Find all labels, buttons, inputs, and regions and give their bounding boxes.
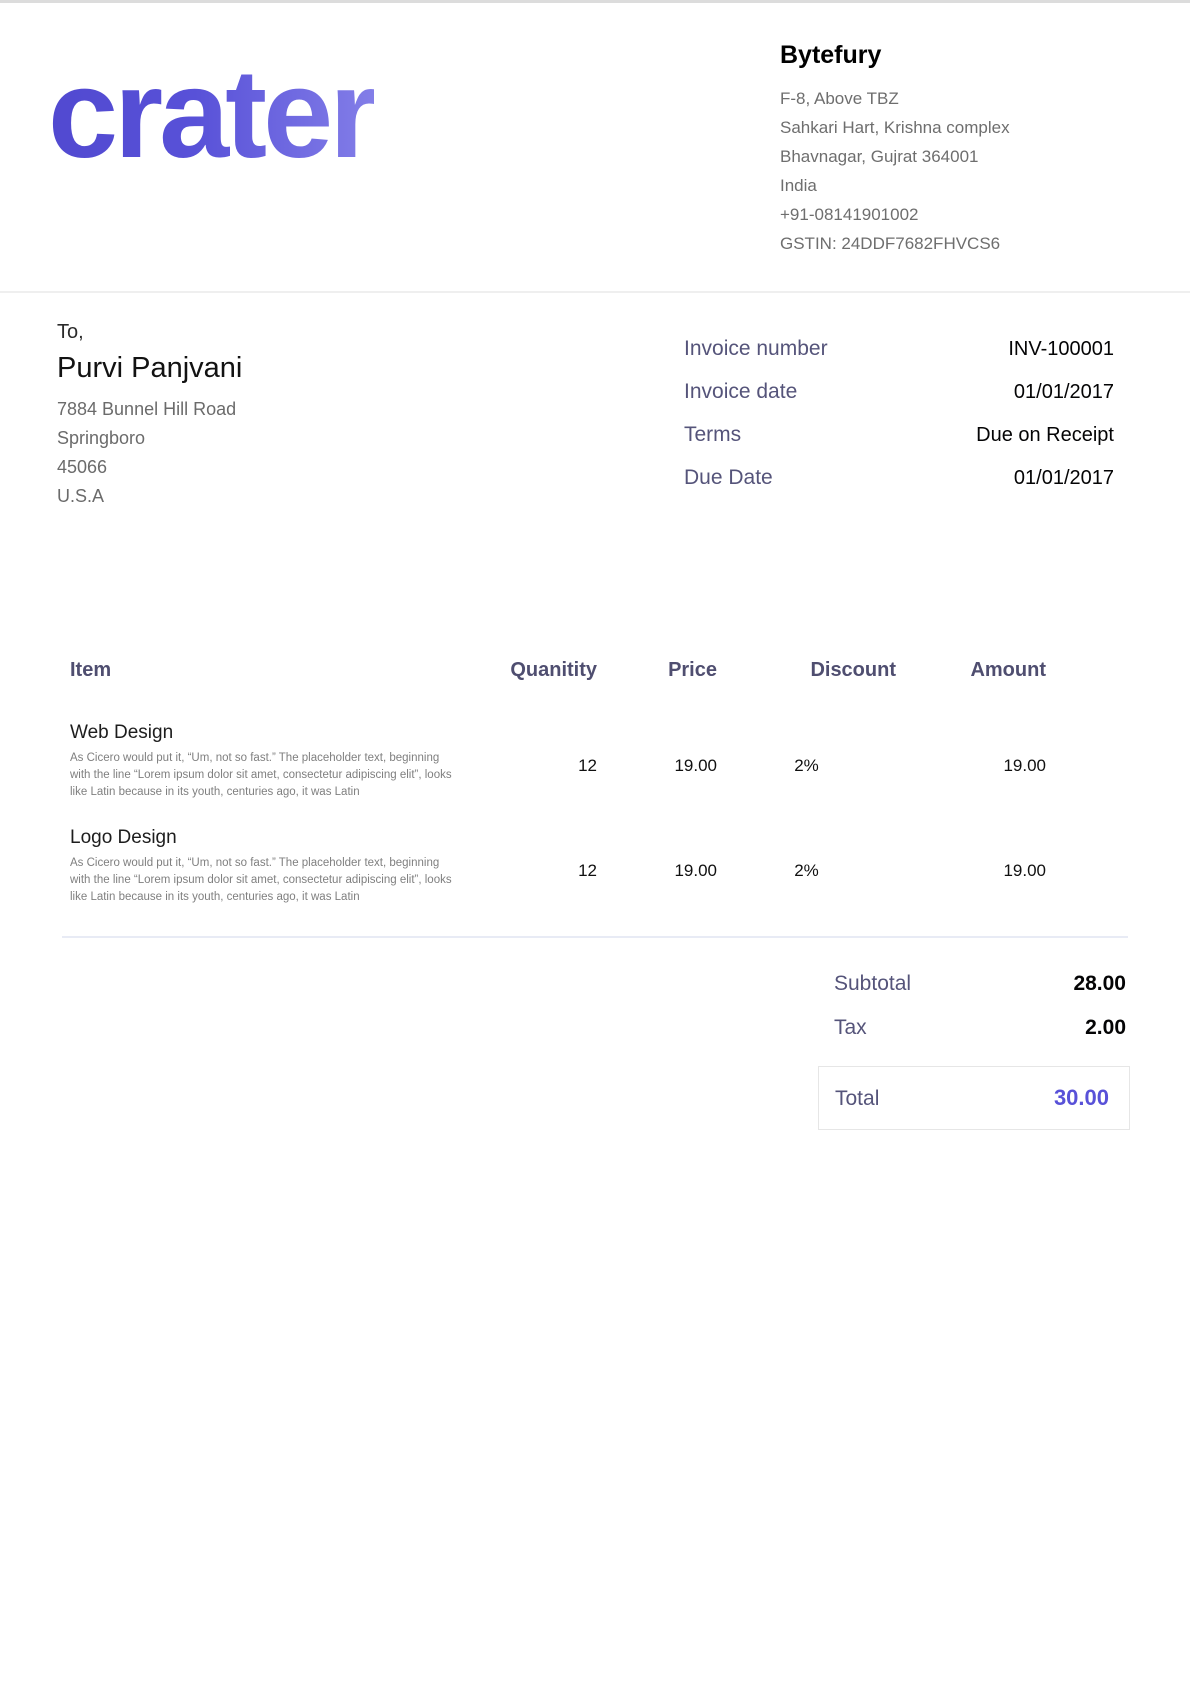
customer-address-line: 45066 [57, 453, 477, 482]
subtotal-value: 28.00 [1073, 972, 1126, 996]
item-discount: 2% [717, 827, 896, 906]
company-name: Bytefury [780, 41, 1060, 70]
due-date-value: 01/01/2017 [1014, 467, 1114, 490]
customer-address-line: 7884 Bunnel Hill Road [57, 395, 477, 424]
invoice-date-label: Invoice date [684, 380, 797, 404]
invoice-info-section: To, Purvi Panjvani 7884 Bunnel Hill Road… [0, 321, 1190, 511]
total-value: 30.00 [1054, 1085, 1109, 1111]
item-price: 19.00 [597, 827, 717, 906]
due-date-row: Due Date 01/01/2017 [684, 466, 1114, 490]
item-cell: Logo Design As Cicero would put it, “Um,… [70, 827, 455, 906]
column-header-amount: Amount [896, 659, 1046, 682]
item-quantity: 12 [455, 827, 597, 906]
column-header-price: Price [597, 659, 717, 682]
item-name: Web Design [70, 722, 455, 744]
due-date-label: Due Date [684, 466, 773, 490]
invoice-number-row: Invoice number INV-100001 [684, 337, 1114, 361]
table-row: Logo Design As Cicero would put it, “Um,… [62, 827, 1128, 906]
terms-value: Due on Receipt [976, 424, 1114, 447]
column-header-item: Item [70, 659, 455, 682]
company-address-line: F-8, Above TBZ [780, 84, 1060, 113]
item-quantity: 12 [455, 722, 597, 801]
company-block: Bytefury F-8, Above TBZ Sahkari Hart, Kr… [780, 3, 1060, 258]
crater-logo: crater [48, 51, 374, 177]
subtotal-label: Subtotal [834, 972, 911, 996]
bill-to-label: To, [57, 321, 477, 344]
grand-total-box: Total 30.00 [818, 1066, 1130, 1130]
terms-label: Terms [684, 423, 741, 447]
invoice-meta-block: Invoice number INV-100001 Invoice date 0… [684, 321, 1114, 511]
table-row: Web Design As Cicero would put it, “Um, … [62, 722, 1128, 801]
item-amount: 19.00 [896, 722, 1046, 801]
item-name: Logo Design [70, 827, 455, 849]
company-address-line: Bhavnagar, Gujrat 364001 [780, 142, 1060, 171]
invoice-page: crater Bytefury F-8, Above TBZ Sahkari H… [0, 0, 1190, 1684]
totals-section: Subtotal 28.00 Tax 2.00 Total 30.00 [818, 972, 1130, 1130]
invoice-date-row: Invoice date 01/01/2017 [684, 380, 1114, 404]
customer-address-line: U.S.A [57, 482, 477, 511]
company-phone: +91-08141901002 [780, 200, 1060, 229]
customer-address-line: Springboro [57, 424, 477, 453]
item-description: As Cicero would put it, “Um, not so fast… [70, 855, 455, 906]
bill-to-block: To, Purvi Panjvani 7884 Bunnel Hill Road… [57, 321, 477, 511]
totals-divider [62, 936, 1128, 938]
invoice-number-value: INV-100001 [1008, 338, 1114, 361]
item-cell: Web Design As Cicero would put it, “Um, … [70, 722, 455, 801]
items-table: Item Quanitity Price Discount Amount Web… [62, 659, 1128, 906]
company-address-line: India [780, 171, 1060, 200]
company-gstin: GSTIN: 24DDF7682FHVCS6 [780, 229, 1060, 258]
tax-row: Tax 2.00 [818, 1016, 1130, 1040]
terms-row: Terms Due on Receipt [684, 423, 1114, 447]
item-price: 19.00 [597, 722, 717, 801]
invoice-date-value: 01/01/2017 [1014, 381, 1114, 404]
total-label: Total [835, 1087, 879, 1111]
item-amount: 19.00 [896, 827, 1046, 906]
items-table-header: Item Quanitity Price Discount Amount [62, 659, 1128, 696]
invoice-header: crater Bytefury F-8, Above TBZ Sahkari H… [0, 3, 1190, 293]
invoice-number-label: Invoice number [684, 337, 828, 361]
column-header-discount: Discount [717, 659, 896, 682]
item-description: As Cicero would put it, “Um, not so fast… [70, 750, 455, 801]
tax-label: Tax [834, 1016, 867, 1040]
column-header-quantity: Quanitity [455, 659, 597, 682]
tax-value: 2.00 [1085, 1016, 1126, 1040]
subtotal-row: Subtotal 28.00 [818, 972, 1130, 996]
customer-name: Purvi Panjvani [57, 352, 477, 385]
item-discount: 2% [717, 722, 896, 801]
company-address-line: Sahkari Hart, Krishna complex [780, 113, 1060, 142]
